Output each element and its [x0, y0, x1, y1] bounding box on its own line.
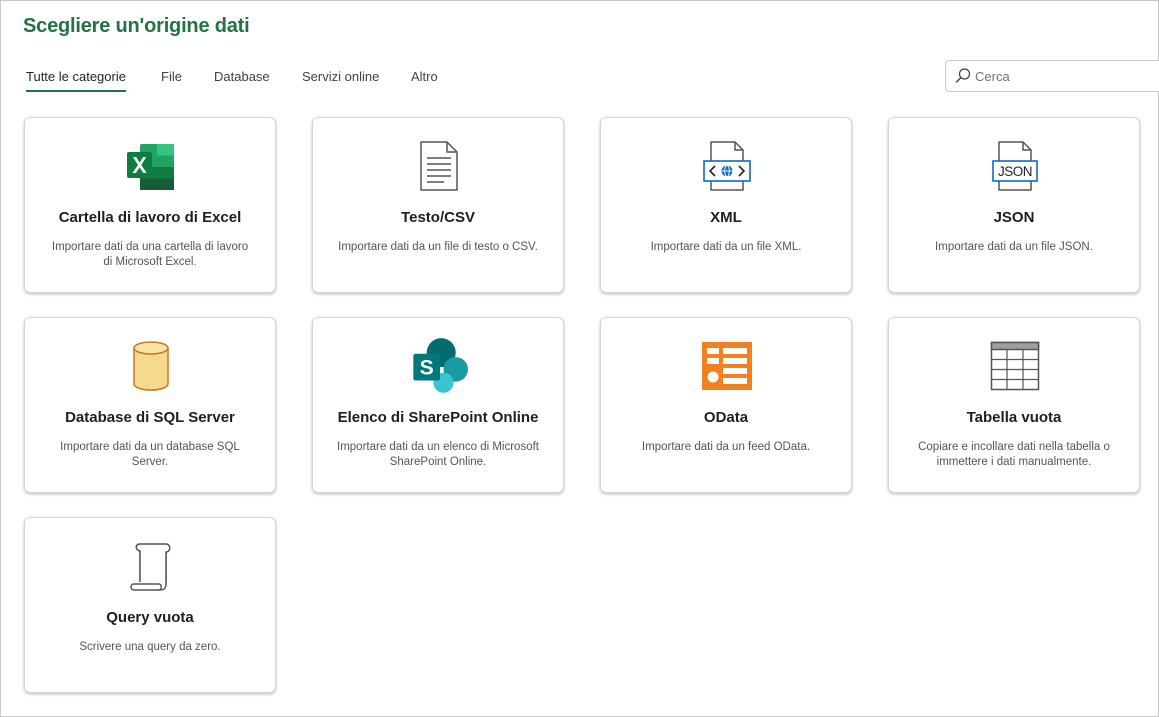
source-card-description: Importare dati da una cartella di lavoro…: [51, 241, 249, 268]
source-card-description: Importare dati da un elenco di Microsoft…: [337, 441, 539, 468]
source-card-title: Database di SQL Server: [65, 409, 235, 426]
source-card-title: XML: [710, 209, 742, 226]
page-title: Scegliere un'origine dati: [23, 15, 250, 37]
source-card-description: Copiare e incollare dati nella tabella o…: [918, 441, 1110, 468]
source-card-json[interactable]: JSON JSON Importare dati da un file JSON…: [888, 117, 1140, 293]
source-card-sql-server[interactable]: Database di SQL Server Importare dati da…: [24, 317, 276, 493]
source-card-description: Importare dati da un file XML.: [650, 241, 802, 253]
sql-database-icon: [126, 340, 176, 392]
svg-text:S: S: [420, 356, 434, 379]
source-card-title: Query vuota: [106, 609, 194, 626]
tab-all-categories[interactable]: Tutte le categorie: [26, 69, 126, 92]
odata-icon: [702, 340, 752, 392]
source-card-excel-workbook[interactable]: Cartella di lavoro di Excel Importare da…: [24, 117, 276, 293]
text-file-icon: [414, 140, 464, 192]
source-card-description: Importare dati da un file JSON.: [935, 241, 1093, 253]
search-icon: [954, 67, 972, 85]
tab-database[interactable]: Database: [214, 69, 270, 92]
tab-file[interactable]: File: [161, 69, 182, 92]
source-card-sharepoint-list[interactable]: S Elenco di SharePoint Online Importare …: [312, 317, 564, 493]
search-input[interactable]: [975, 65, 1155, 87]
source-card-title: JSON: [993, 209, 1035, 226]
search-box[interactable]: [945, 60, 1159, 92]
blank-query-scroll-icon: [126, 540, 176, 592]
source-card-description: Importare dati da un database SQL Server…: [60, 441, 240, 468]
source-card-description: Scrivere una query da zero.: [79, 641, 221, 653]
source-card-title: Testo/CSV: [401, 209, 475, 226]
source-card-title: Cartella di lavoro di Excel: [58, 209, 242, 226]
excel-icon: [126, 140, 176, 192]
source-card-xml[interactable]: XML Importare dati da un file XML.: [600, 117, 852, 293]
source-card-title: OData: [703, 409, 749, 426]
json-file-icon: JSON: [990, 140, 1040, 192]
xml-file-icon: [702, 140, 752, 192]
source-card-odata[interactable]: OData Importare dati da un feed OData.: [600, 317, 852, 493]
sharepoint-icon: S: [413, 338, 468, 393]
choose-data-source-dialog: Scegliere un'origine dati Tutte le categ…: [0, 0, 1159, 717]
source-card-text-csv[interactable]: Testo/CSV Importare dati da un file di t…: [312, 117, 564, 293]
source-card-blank-table[interactable]: Tabella vuota Copiare e incollare dati n…: [888, 317, 1140, 493]
blank-table-icon: [990, 340, 1040, 392]
tab-other[interactable]: Altro: [411, 69, 438, 92]
svg-text:JSON: JSON: [998, 164, 1032, 179]
tab-online-services[interactable]: Servizi online: [302, 69, 379, 92]
source-card-description: Importare dati da un file di testo o CSV…: [338, 241, 538, 253]
source-card-blank-query[interactable]: Query vuota Scrivere una query da zero.: [24, 517, 276, 693]
source-card-description: Importare dati da un feed OData.: [641, 441, 811, 453]
source-card-title: Elenco di SharePoint Online: [337, 409, 539, 426]
source-card-title: Tabella vuota: [966, 409, 1062, 426]
